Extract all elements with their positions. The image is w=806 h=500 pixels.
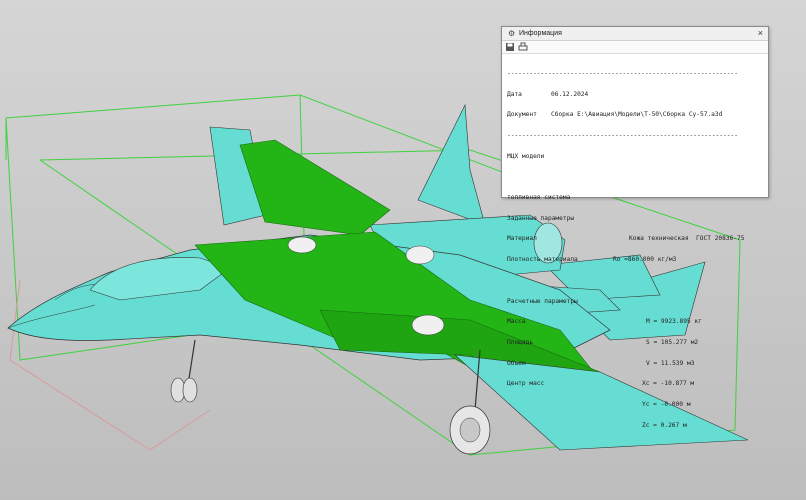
print-icon[interactable] (518, 42, 528, 52)
given-params-title: Заданные параметры (507, 214, 575, 222)
gear-icon: ⚙ (508, 29, 516, 38)
area-value: S = 105.277 м2 (646, 338, 699, 346)
date-value: 06.12.2024 (551, 90, 589, 98)
volume-label: Объем (507, 359, 526, 367)
separator: ----------------------------------------… (507, 131, 738, 139)
info-window-title: Информация (519, 30, 562, 37)
area-label: Площадь (507, 338, 534, 346)
volume-value: V = 11.539 м3 (646, 359, 695, 367)
mass-value: M = 9923.895 кг (646, 318, 702, 326)
zc-value: Zc = 0.267 м (642, 421, 687, 429)
material-value: Кожа техническая ГОСТ 20836-75 (629, 235, 745, 243)
save-icon[interactable] (505, 42, 515, 52)
info-window[interactable]: ⚙ Информация × -------------------------… (501, 26, 769, 429)
fuel-system-title: топливная система (507, 194, 571, 202)
doc-label: Документ (507, 111, 537, 119)
close-icon[interactable]: × (758, 27, 763, 40)
info-toolbar (502, 41, 768, 54)
doc-value: Сборка E:\Авиация\Модели\T-50\Сборка Су-… (551, 111, 723, 119)
density-value: Ro =860.000 кг/м3 (613, 256, 677, 264)
calc-params-title: Расчетные параметры (507, 297, 578, 305)
date-label: Дата (507, 90, 522, 98)
xc-value: Xc = -10.877 м (642, 380, 695, 388)
info-titlebar[interactable]: ⚙ Информация × (502, 27, 768, 41)
info-body: ----------------------------------------… (502, 54, 768, 446)
yc-value: Yc = -0.000 м (642, 401, 691, 409)
center-label: Центр масс (507, 380, 545, 388)
mass-label: Масса (507, 318, 526, 326)
mcx-title: МЦХ модели (507, 152, 545, 160)
density-label: Плотность материала (507, 256, 578, 264)
nose-landing-gear (170, 339, 198, 403)
vertical-tail-right (417, 103, 486, 226)
separator: ----------------------------------------… (507, 69, 738, 77)
material-label: Материал (507, 235, 537, 243)
